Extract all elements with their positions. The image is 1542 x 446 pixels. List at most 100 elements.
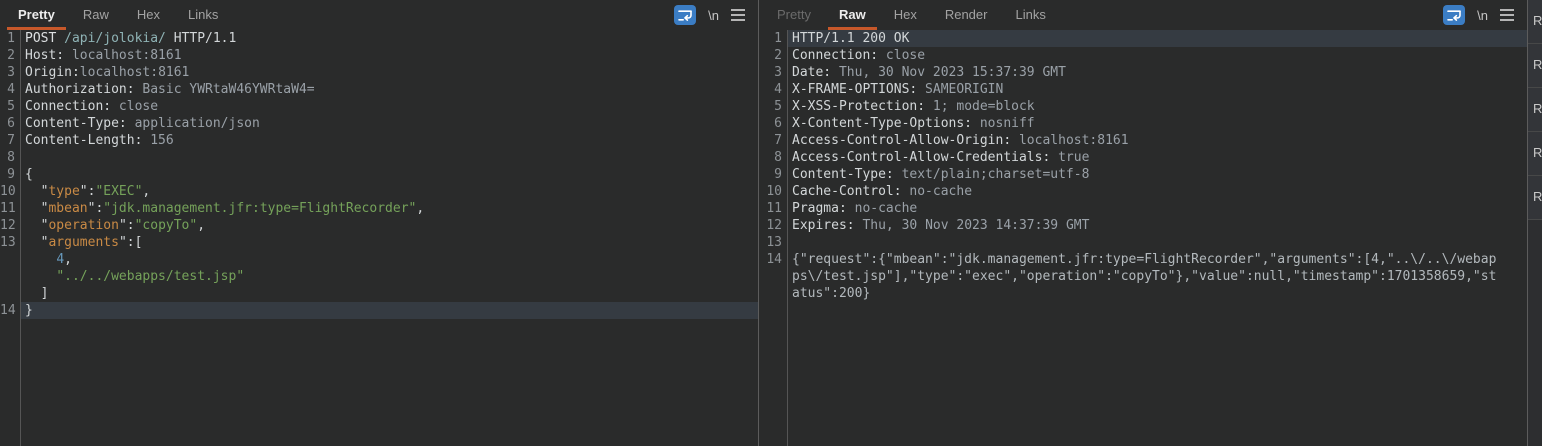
code-line-content[interactable]: Content-Length: 156 xyxy=(21,132,758,149)
newline-icon[interactable]: \n xyxy=(708,8,719,23)
tab-pretty[interactable]: Pretty xyxy=(4,0,69,30)
code-line-content[interactable]: X-Content-Type-Options: nosniff xyxy=(788,115,1527,132)
code-line: 11 "mbean":"jdk.management.jfr:type=Flig… xyxy=(0,200,758,217)
inspector-row[interactable]: R xyxy=(1528,0,1542,44)
code-line-content[interactable]: X-XSS-Protection: 1; mode=block xyxy=(788,98,1527,115)
code-line: 13 "arguments":[ xyxy=(0,234,758,251)
tab-raw[interactable]: Raw xyxy=(69,0,123,30)
line-number: 3 xyxy=(0,64,20,81)
code-line-content[interactable]: Expires: Thu, 30 Nov 2023 14:37:39 GMT xyxy=(788,217,1527,234)
code-line-content[interactable]: Content-Type: text/plain;charset=utf-8 xyxy=(788,166,1527,183)
line-number: 2 xyxy=(759,47,787,64)
code-line-content[interactable]: ] xyxy=(21,285,758,302)
response-editor[interactable]: 1HTTP/1.1 200 OK2Connection: close3Date:… xyxy=(759,30,1527,446)
code-line-content[interactable]: "../../webapps/test.jsp" xyxy=(21,268,758,285)
code-line-content[interactable]: Connection: close xyxy=(21,98,758,115)
line-number: 10 xyxy=(0,183,20,200)
code-line: 12Expires: Thu, 30 Nov 2023 14:37:39 GMT xyxy=(759,217,1527,234)
request-tabs: PrettyRawHexLinks xyxy=(4,0,232,30)
code-line-content[interactable]: Connection: close xyxy=(788,47,1527,64)
line-number: 13 xyxy=(0,234,20,251)
menu-icon[interactable] xyxy=(731,14,745,16)
line-number: 11 xyxy=(759,200,787,217)
request-editor[interactable]: 1POST /api/jolokia/ HTTP/1.12Host: local… xyxy=(0,30,758,446)
code-line-content[interactable] xyxy=(788,234,1527,251)
word-wrap-icon[interactable] xyxy=(674,5,696,25)
tab-links[interactable]: Links xyxy=(1001,0,1059,30)
code-line: 5Connection: close xyxy=(0,98,758,115)
code-line-content[interactable]: Access-Control-Allow-Credentials: true xyxy=(788,149,1527,166)
code-line-content[interactable]: Authorization: Basic YWRtaW46YWRtaW4= xyxy=(21,81,758,98)
code-line: "../../webapps/test.jsp" xyxy=(0,268,758,285)
code-line: 12 "operation":"copyTo", xyxy=(0,217,758,234)
code-line-content[interactable]: "type":"EXEC", xyxy=(21,183,758,200)
code-line-content[interactable]: Pragma: no-cache xyxy=(788,200,1527,217)
word-wrap-icon[interactable] xyxy=(1443,5,1465,25)
inspector-row[interactable]: R xyxy=(1528,88,1542,132)
line-number: 13 xyxy=(759,234,787,251)
code-line-content[interactable]: POST /api/jolokia/ HTTP/1.1 xyxy=(21,30,758,47)
code-line-content[interactable]: 4, xyxy=(21,251,758,268)
code-line: 4X-FRAME-OPTIONS: SAMEORIGIN xyxy=(759,81,1527,98)
code-line-content[interactable]: } xyxy=(21,302,758,319)
code-line: 7Content-Length: 156 xyxy=(0,132,758,149)
line-number xyxy=(0,285,20,302)
line-number: 3 xyxy=(759,64,787,81)
code-line: 3Origin:localhost:8161 xyxy=(0,64,758,81)
code-line-content[interactable]: "operation":"copyTo", xyxy=(21,217,758,234)
line-number: 7 xyxy=(759,132,787,149)
http-message-viewer: PrettyRawHexLinks \n 1POST /api/jolokia/… xyxy=(0,0,1542,446)
code-line-content[interactable]: Origin:localhost:8161 xyxy=(21,64,758,81)
tab-links[interactable]: Links xyxy=(174,0,232,30)
code-line: 4Authorization: Basic YWRtaW46YWRtaW4= xyxy=(0,81,758,98)
line-number: 12 xyxy=(759,217,787,234)
line-number: 12 xyxy=(0,217,20,234)
line-number: 8 xyxy=(759,149,787,166)
line-number: 9 xyxy=(0,166,20,183)
code-line-content[interactable]: X-FRAME-OPTIONS: SAMEORIGIN xyxy=(788,81,1527,98)
code-line: 6X-Content-Type-Options: nosniff xyxy=(759,115,1527,132)
response-tabbar: PrettyRawHexRenderLinks \n xyxy=(759,0,1527,30)
newline-icon[interactable]: \n xyxy=(1477,8,1488,23)
tab-render[interactable]: Render xyxy=(931,0,1002,30)
line-number: 1 xyxy=(0,30,20,47)
code-line: 14{"request":{"mbean":"jdk.management.jf… xyxy=(759,251,1527,302)
inspector-row[interactable]: R xyxy=(1528,44,1542,88)
code-line: 1HTTP/1.1 200 OK xyxy=(759,30,1527,47)
code-line: 10Cache-Control: no-cache xyxy=(759,183,1527,200)
line-number: 14 xyxy=(0,302,20,319)
inspector-row[interactable]: R xyxy=(1528,132,1542,176)
menu-icon[interactable] xyxy=(1500,14,1514,16)
code-line: ] xyxy=(0,285,758,302)
code-line-content[interactable]: Date: Thu, 30 Nov 2023 15:37:39 GMT xyxy=(788,64,1527,81)
code-line-content[interactable]: Access-Control-Allow-Origin: localhost:8… xyxy=(788,132,1527,149)
line-number: 11 xyxy=(0,200,20,217)
line-number xyxy=(0,268,20,285)
tab-pretty[interactable]: Pretty xyxy=(763,0,825,30)
response-tabbar-icons: \n xyxy=(1443,0,1514,30)
tab-raw[interactable]: Raw xyxy=(825,0,880,30)
tab-hex[interactable]: Hex xyxy=(123,0,174,30)
code-line-content[interactable]: HTTP/1.1 200 OK xyxy=(788,30,1527,47)
code-line-content[interactable]: "mbean":"jdk.management.jfr:type=FlightR… xyxy=(21,200,758,217)
code-line: 11Pragma: no-cache xyxy=(759,200,1527,217)
code-line: 5X-XSS-Protection: 1; mode=block xyxy=(759,98,1527,115)
code-line-content[interactable]: Content-Type: application/json xyxy=(21,115,758,132)
code-line-content[interactable]: { xyxy=(21,166,758,183)
code-line: 4, xyxy=(0,251,758,268)
code-line-content[interactable]: Host: localhost:8161 xyxy=(21,47,758,64)
code-line-content[interactable] xyxy=(21,149,758,166)
code-line-content[interactable]: "arguments":[ xyxy=(21,234,758,251)
line-number: 8 xyxy=(0,149,20,166)
tab-hex[interactable]: Hex xyxy=(880,0,931,30)
line-number: 2 xyxy=(0,47,20,64)
code-line-content[interactable]: Cache-Control: no-cache xyxy=(788,183,1527,200)
inspector-row[interactable]: R xyxy=(1528,176,1542,220)
code-line-content[interactable]: {"request":{"mbean":"jdk.management.jfr:… xyxy=(788,251,1527,302)
response-pane: PrettyRawHexRenderLinks \n 1HTTP/1.1 200… xyxy=(759,0,1528,446)
inspector-sidebar: RRRRR xyxy=(1528,0,1542,446)
line-number xyxy=(0,251,20,268)
line-number: 10 xyxy=(759,183,787,200)
code-line: 13 xyxy=(759,234,1527,251)
code-line: 9{ xyxy=(0,166,758,183)
